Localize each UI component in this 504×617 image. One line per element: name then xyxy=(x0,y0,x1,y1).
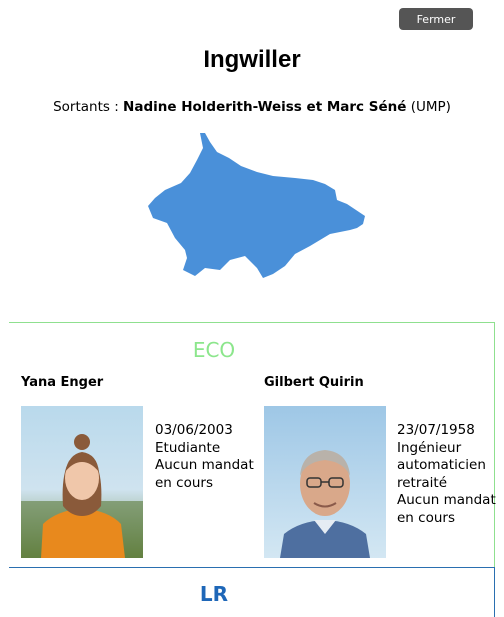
candidate-detail-line: Ingénieur xyxy=(397,439,462,456)
close-button[interactable]: Fermer xyxy=(399,8,473,30)
sortants-names: Nadine Holderith-Weiss et Marc Séné xyxy=(123,99,407,115)
candidate-detail-line: Etudiante xyxy=(155,439,221,456)
candidate-info: 03/06/2003 Etudiante Aucun mandat en cou… xyxy=(155,422,254,492)
candidate-detail-line: en cours xyxy=(397,509,455,526)
party-section-lr: LR xyxy=(9,567,495,617)
page-title: Ingwiller xyxy=(203,46,301,73)
sortants-prefix: Sortants : xyxy=(53,99,119,115)
party-name-lr: LR xyxy=(199,582,229,606)
candidate-name: Gilbert Quirin xyxy=(264,375,364,390)
candidate-detail-line: Aucun mandat xyxy=(155,457,254,473)
commune-map xyxy=(148,133,365,278)
commune-shape xyxy=(148,133,365,278)
party-name-eco: ECO xyxy=(192,338,236,362)
candidate-detail-line: retraité xyxy=(397,474,448,491)
candidate-detail-line: automaticien xyxy=(397,457,486,473)
candidate-detail-line: en cours xyxy=(155,474,213,491)
candidate-photo xyxy=(264,406,386,558)
party-section-eco: ECO Yana Enger 03/06/2003 Etudiante Aucu… xyxy=(9,322,496,567)
sortants-party: (UMP) xyxy=(410,99,451,115)
candidate-photo xyxy=(21,406,143,558)
candidate-info: 23/07/1958 Ingénieur automaticien retrai… xyxy=(397,422,496,527)
candidate-birthdate: 23/07/1958 xyxy=(397,422,475,438)
candidate-birthdate: 03/06/2003 xyxy=(155,422,233,438)
candidate-detail-line: Aucun mandat xyxy=(397,492,496,508)
candidate-name: Yana Enger xyxy=(21,375,104,390)
sortants-line: Sortants : Nadine Holderith-Weiss et Mar… xyxy=(0,99,504,115)
